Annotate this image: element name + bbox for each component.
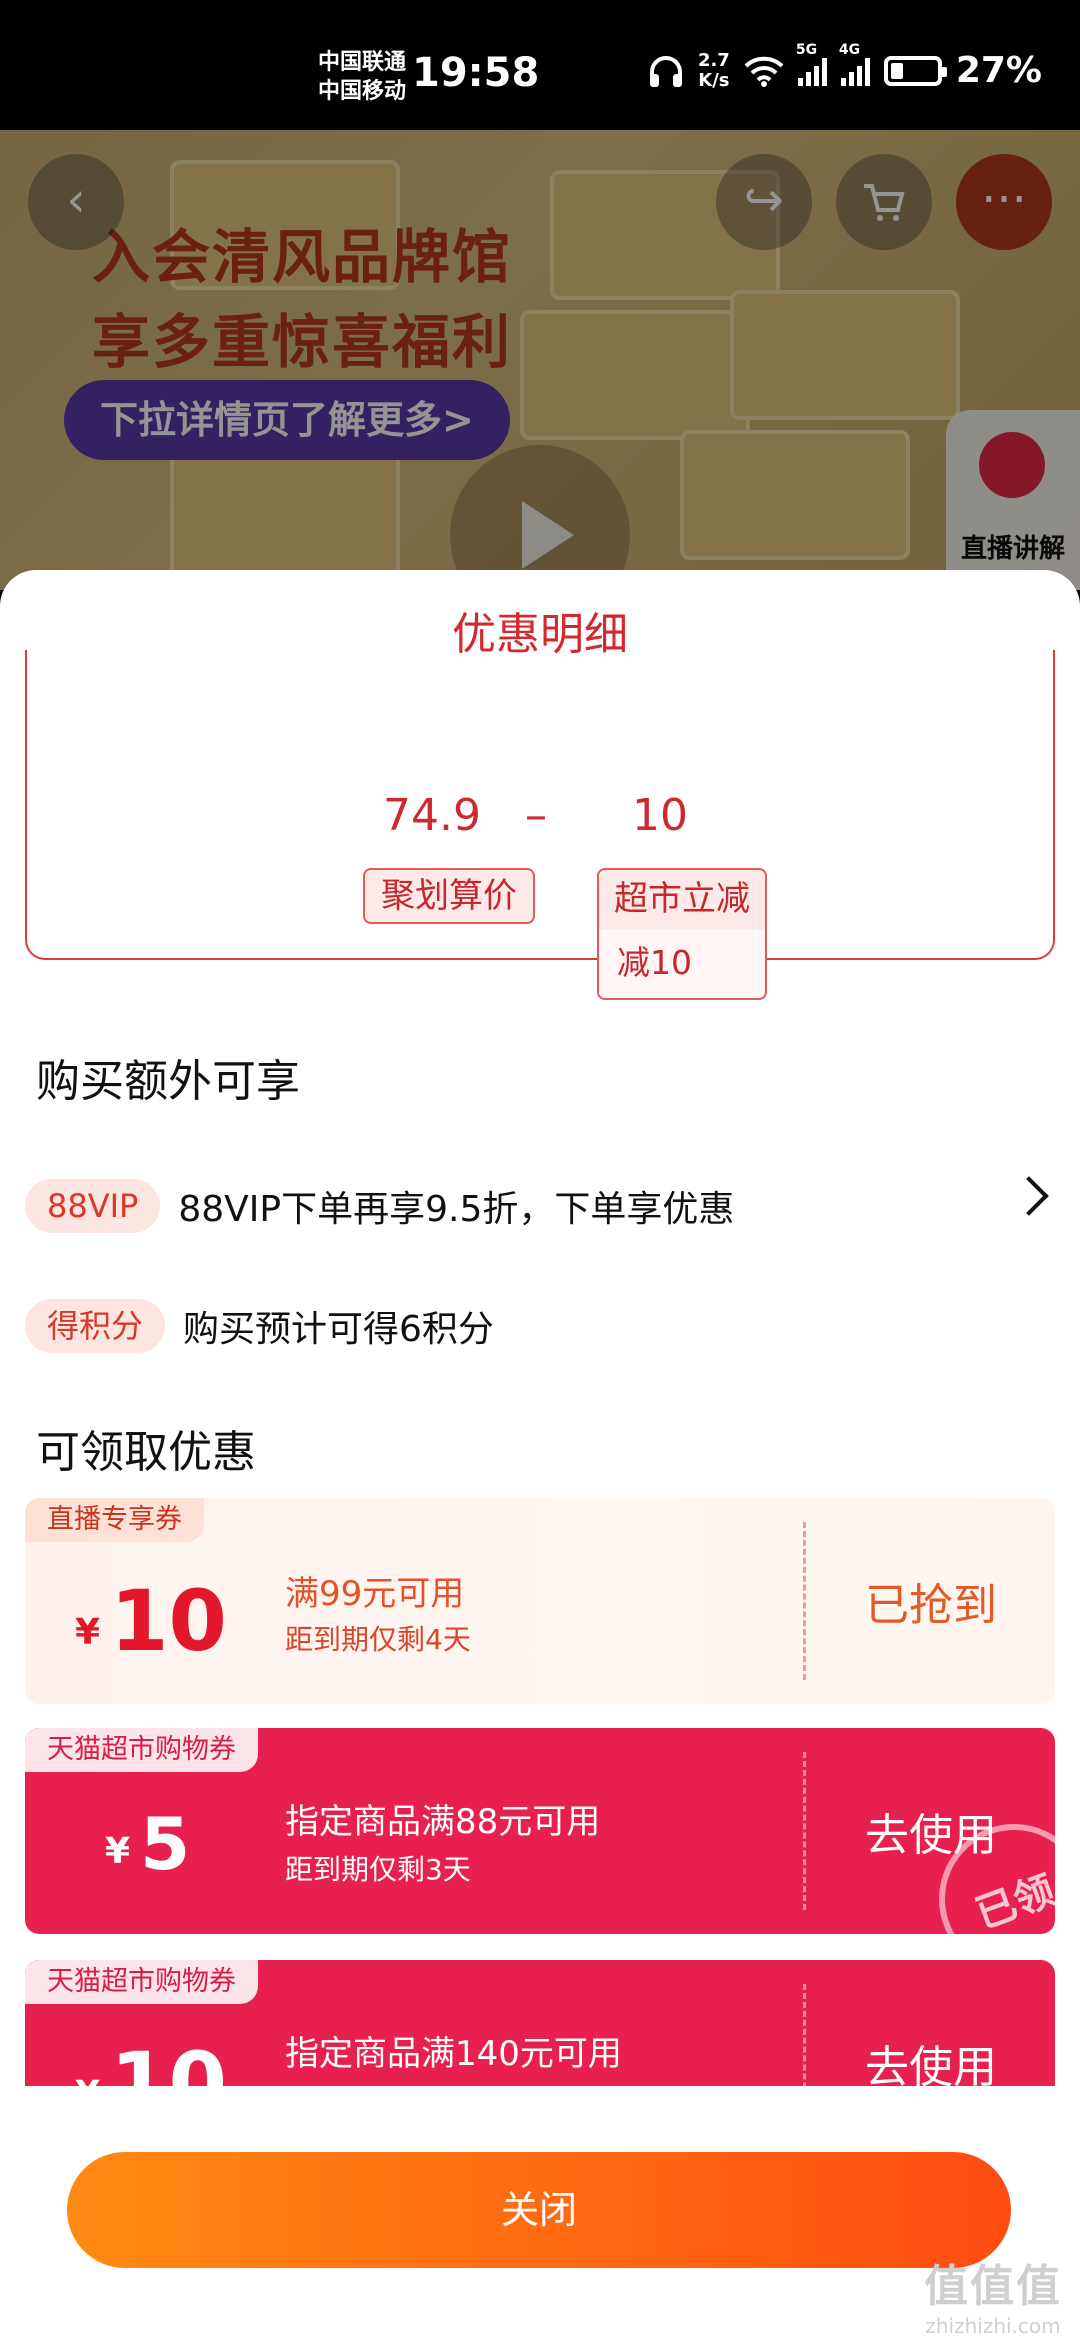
coupon-expire: 距到期仅剩4天 — [285, 1623, 471, 1656]
discount-detail-sheet: 优惠明细 74.9 – 10 聚划算价 超市立减 减10 购买额外可享 88VI… — [0, 570, 1080, 2340]
coupon-condition: 指定商品满140元可用 — [285, 2034, 622, 2074]
coupon-divider — [803, 1752, 806, 1910]
calc-discount: 10 — [632, 790, 688, 841]
product-banner: 入会清风品牌馆 享多重惊喜福利 下拉详情页了解更多> ‹ ↪ ··· 直播讲解 — [0, 130, 1080, 590]
coupon-divider — [803, 1522, 806, 1680]
signal-4g-label: 4G — [838, 41, 861, 58]
watermark-logo: 值值值 — [924, 2261, 1062, 2312]
coupon-amount: ¥10 — [75, 1572, 227, 1670]
site-watermark: 值值值 zhizhizhi.com — [924, 2250, 1062, 2338]
network-speed: 2.7 K/s — [697, 49, 730, 91]
price-calc-box: 74.9 – 10 聚划算价 超市立减 减10 — [25, 650, 1055, 1000]
coupon-condition: 满99元可用 — [285, 1574, 465, 1614]
discount-tag: 超市立减 减10 — [597, 868, 767, 1000]
perk-tag: 得积分 — [25, 1299, 166, 1353]
watermark-url: zhizhizhi.com — [925, 2314, 1061, 2338]
chevron-right-icon — [1009, 1176, 1049, 1216]
discount-tag-title: 超市立减 — [599, 870, 765, 930]
battery-fill — [890, 62, 903, 79]
coupon-expire: 距到期仅剩3天 — [285, 1853, 471, 1886]
battery-icon — [883, 55, 947, 86]
signal-5g-label: 5G — [795, 41, 818, 58]
coupon-card: 天猫超市购物券 ¥5 指定商品满88元可用 距到期仅剩3天 去使用 已领 — [25, 1728, 1055, 1934]
amount-value: 10 — [110, 1572, 227, 1670]
coupons-title: 可领取优惠 — [36, 1427, 256, 1478]
status-icons: 2.7 K/s 5G 4G 27% — [648, 42, 1042, 91]
signal-4g: 4G — [839, 42, 870, 86]
perk-row-88vip[interactable]: 88VIP 88VIP下单再享9.5折，下单享优惠 — [25, 1176, 1055, 1236]
wifi-icon — [744, 56, 784, 87]
coupon-tag: 天猫超市购物券 — [25, 1960, 258, 2004]
perk-row-points: 得积分 购买预计可得6积分 — [25, 1296, 1055, 1356]
carrier-2: 中国移动 — [318, 79, 407, 104]
amount-value: 5 — [140, 1802, 191, 1886]
headphones-icon — [649, 55, 682, 87]
perk-text: 购买预计可得6积分 — [183, 1309, 494, 1350]
carrier-names: 中国联通 中国移动 — [318, 48, 406, 106]
coupon-claimed-label: 已抢到 — [865, 1580, 997, 1631]
currency-symbol: ¥ — [105, 1831, 131, 1872]
coupon-condition: 指定商品满88元可用 — [285, 1802, 601, 1842]
battery-percent: 27% — [955, 50, 1042, 91]
carrier-1: 中国联通 — [318, 50, 407, 75]
discount-tag-detail: 减10 — [599, 930, 765, 998]
speed-unit: K/s — [698, 69, 730, 91]
extra-benefits-title: 购买额外可享 — [36, 1056, 300, 1107]
modal-backdrop[interactable] — [0, 130, 1080, 590]
coupon-tag: 直播专享券 — [25, 1498, 204, 1542]
coupon-tag: 天猫超市购物券 — [25, 1728, 258, 1772]
clock: 19:58 — [412, 50, 540, 96]
signal-bars-icon — [797, 56, 827, 86]
currency-symbol: ¥ — [75, 1612, 101, 1653]
perk-tag: 88VIP — [25, 1179, 161, 1233]
status-bar: 中国联通 中国移动 19:58 2.7 K/s 5G 4G 27% — [0, 0, 1080, 130]
signal-5g: 5G — [796, 42, 827, 86]
price-tag: 聚划算价 — [363, 868, 535, 924]
speed-value: 2.7 — [697, 49, 730, 71]
close-button[interactable]: 关闭 — [67, 2152, 1011, 2268]
coupon-amount: ¥5 — [105, 1802, 190, 1886]
calc-operator: – — [525, 790, 547, 841]
signal-bars-icon — [840, 56, 870, 86]
coupon-card: 直播专享券 ¥10 满99元可用 距到期仅剩4天 已抢到 — [25, 1498, 1055, 1704]
calc-price: 74.9 — [383, 790, 481, 841]
perk-text: 88VIP下单再享9.5折，下单享优惠 — [178, 1189, 735, 1230]
